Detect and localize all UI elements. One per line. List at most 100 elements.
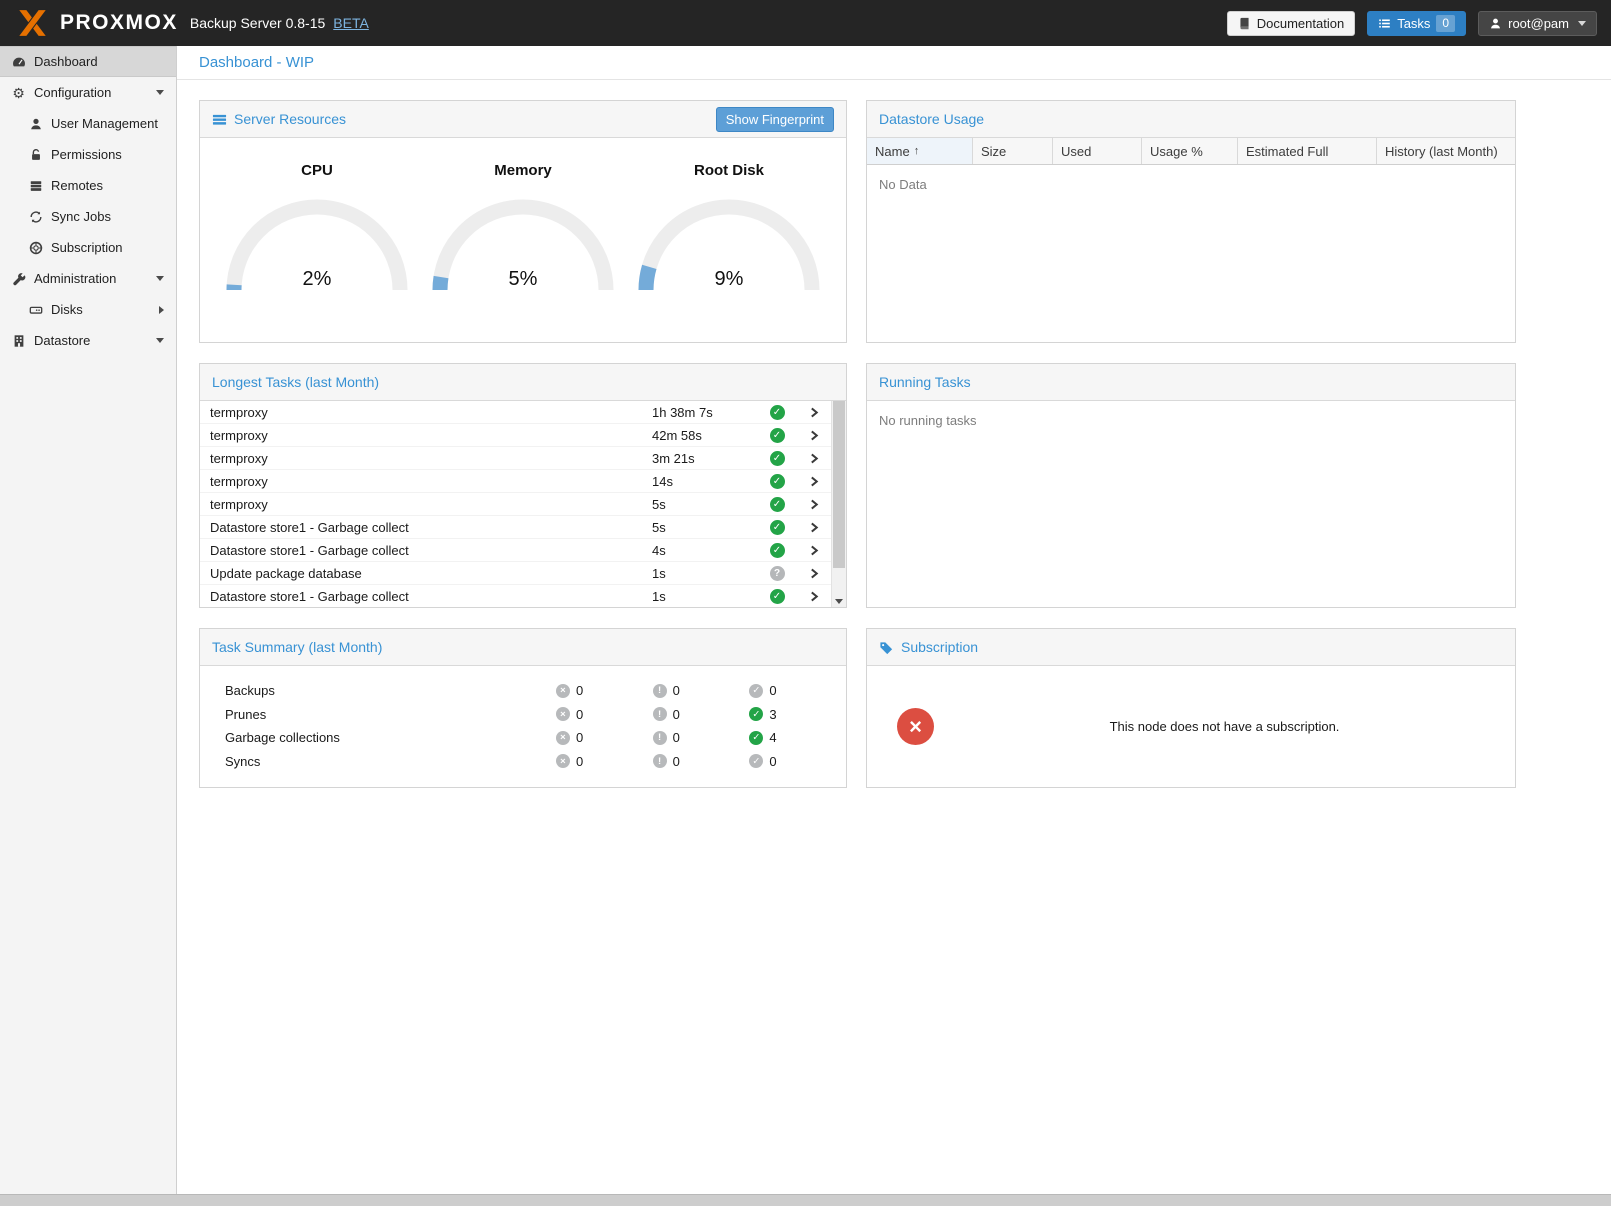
error-count: 0 (576, 754, 583, 769)
task-duration: 4s (652, 543, 757, 558)
sidebar-item-subscription[interactable]: Subscription (0, 232, 176, 263)
gauge-label: CPU (301, 162, 333, 179)
task-row[interactable]: Datastore store1 - Garbage collect 1s ✓ (200, 585, 831, 607)
column-header-used[interactable]: Used (1053, 138, 1142, 164)
caret-right-icon[interactable] (159, 306, 164, 314)
tasks-count-badge: 0 (1436, 15, 1455, 32)
running-tasks-header: Running Tasks (867, 364, 1515, 401)
server-resources-header: Server Resources Show Fingerprint (200, 101, 846, 138)
ok-icon: ✓ (749, 754, 763, 768)
scroll-down-icon[interactable] (835, 599, 843, 604)
open-task-chevron-icon[interactable] (797, 453, 831, 464)
error-count: 0 (576, 730, 583, 745)
tasks-button[interactable]: Tasks 0 (1367, 11, 1466, 36)
sidebar-item-label: Datastore (34, 333, 90, 348)
bottom-scrollbar-strip[interactable] (0, 1194, 1611, 1206)
task-row[interactable]: termproxy 5s ✓ (200, 493, 831, 516)
task-name: Datastore store1 - Garbage collect (210, 543, 652, 558)
task-row[interactable]: Datastore store1 - Garbage collect 4s ✓ (200, 539, 831, 562)
caret-down-icon[interactable] (156, 276, 164, 281)
error-icon: × (556, 684, 570, 698)
sidebar-item-datastore[interactable]: Datastore (0, 325, 176, 356)
sidebar-item-label: Configuration (34, 85, 111, 100)
open-task-chevron-icon[interactable] (797, 522, 831, 533)
gauge-value: 9% (636, 268, 822, 291)
sidebar-item-configuration[interactable]: ⚙ Configuration (0, 77, 176, 108)
task-name: Update package database (210, 566, 652, 581)
sort-asc-icon: ↑ (914, 145, 920, 157)
sidebar-item-administration[interactable]: Administration (0, 263, 176, 294)
proxmox-x-icon (14, 8, 51, 38)
task-row[interactable]: termproxy 3m 21s ✓ (200, 447, 831, 470)
scrollbar[interactable] (831, 401, 846, 607)
no-data-label: No Data (867, 165, 1515, 204)
task-row[interactable]: termproxy 1h 38m 7s ✓ (200, 401, 831, 424)
summary-label: Garbage collections (225, 730, 556, 745)
panel-title: Subscription (901, 639, 978, 655)
task-duration: 5s (652, 520, 757, 535)
column-header-history[interactable]: History (last Month) (1377, 138, 1515, 164)
column-header-usage-pct[interactable]: Usage % (1142, 138, 1238, 164)
caret-down-icon[interactable] (156, 338, 164, 343)
sidebar-item-remotes[interactable]: Remotes (0, 170, 176, 201)
task-row[interactable]: termproxy 42m 58s ✓ (200, 424, 831, 447)
sidebar-item-label: Remotes (51, 178, 103, 193)
ok-icon: ✓ (749, 684, 763, 698)
datastore-usage-panel: Datastore Usage Name ↑ Size Used Usage %… (866, 100, 1516, 343)
task-duration: 3m 21s (652, 451, 757, 466)
running-tasks-panel: Running Tasks No running tasks (866, 363, 1516, 608)
datastore-usage-header-row: Name ↑ Size Used Usage % Estimated Full … (867, 138, 1515, 165)
scrollbar-thumb[interactable] (833, 401, 845, 568)
life-ring-icon (27, 241, 44, 255)
open-task-chevron-icon[interactable] (797, 476, 831, 487)
task-summary-rows: Backups ×0 !0 ✓0 Prunes ×0 !0 ✓3 Garbage… (200, 666, 846, 787)
task-row[interactable]: termproxy 14s ✓ (200, 470, 831, 493)
unknown-status-icon: ? (770, 566, 785, 581)
content-header: Dashboard - WIP (177, 46, 1611, 80)
column-header-size[interactable]: Size (973, 138, 1053, 164)
open-task-chevron-icon[interactable] (797, 568, 831, 579)
task-name: termproxy (210, 451, 652, 466)
sidebar-item-disks[interactable]: Disks (0, 294, 176, 325)
task-name: termproxy (210, 428, 652, 443)
app-window: PROXMOX Backup Server 0.8-15 BETA Docume… (0, 0, 1611, 1206)
building-icon (10, 334, 27, 348)
sidebar-item-dashboard[interactable]: Dashboard (0, 46, 176, 77)
caret-down-icon[interactable] (156, 90, 164, 95)
sidebar-item-user-management[interactable]: User Management (0, 108, 176, 139)
wrench-icon (10, 272, 27, 286)
open-task-chevron-icon[interactable] (797, 430, 831, 441)
open-task-chevron-icon[interactable] (797, 499, 831, 510)
panel-title: Datastore Usage (879, 111, 984, 127)
task-duration: 42m 58s (652, 428, 757, 443)
ok-status-icon: ✓ (770, 589, 785, 604)
task-row[interactable]: Update package database 1s ? (200, 562, 831, 585)
sidebar-item-permissions[interactable]: Permissions (0, 139, 176, 170)
ok-status-icon: ✓ (770, 520, 785, 535)
task-name: termproxy (210, 405, 652, 420)
column-header-name[interactable]: Name ↑ (867, 138, 973, 164)
hdd-icon (27, 303, 44, 317)
error-count: 0 (576, 707, 583, 722)
show-fingerprint-button[interactable]: Show Fingerprint (716, 107, 834, 132)
open-task-chevron-icon[interactable] (797, 545, 831, 556)
root-disk-gauge: Root Disk 9% (626, 138, 832, 342)
open-task-chevron-icon[interactable] (797, 591, 831, 602)
error-count: 0 (576, 683, 583, 698)
no-running-tasks-label: No running tasks (867, 401, 1515, 440)
panel-title: Server Resources (234, 111, 346, 127)
task-list-icon (1378, 17, 1391, 30)
gears-icon: ⚙ (10, 86, 27, 100)
open-task-chevron-icon[interactable] (797, 407, 831, 418)
book-icon (1238, 17, 1251, 30)
column-header-estimated-full[interactable]: Estimated Full (1238, 138, 1377, 164)
error-icon: × (556, 731, 570, 745)
beta-link[interactable]: BETA (333, 15, 369, 31)
sidebar-item-sync-jobs[interactable]: Sync Jobs (0, 201, 176, 232)
subscription-header: Subscription (867, 629, 1515, 666)
documentation-button[interactable]: Documentation (1227, 11, 1355, 36)
gauge-value: 2% (224, 268, 410, 291)
user-icon (27, 117, 44, 131)
task-row[interactable]: Datastore store1 - Garbage collect 5s ✓ (200, 516, 831, 539)
user-menu-button[interactable]: root@pam (1478, 11, 1597, 36)
